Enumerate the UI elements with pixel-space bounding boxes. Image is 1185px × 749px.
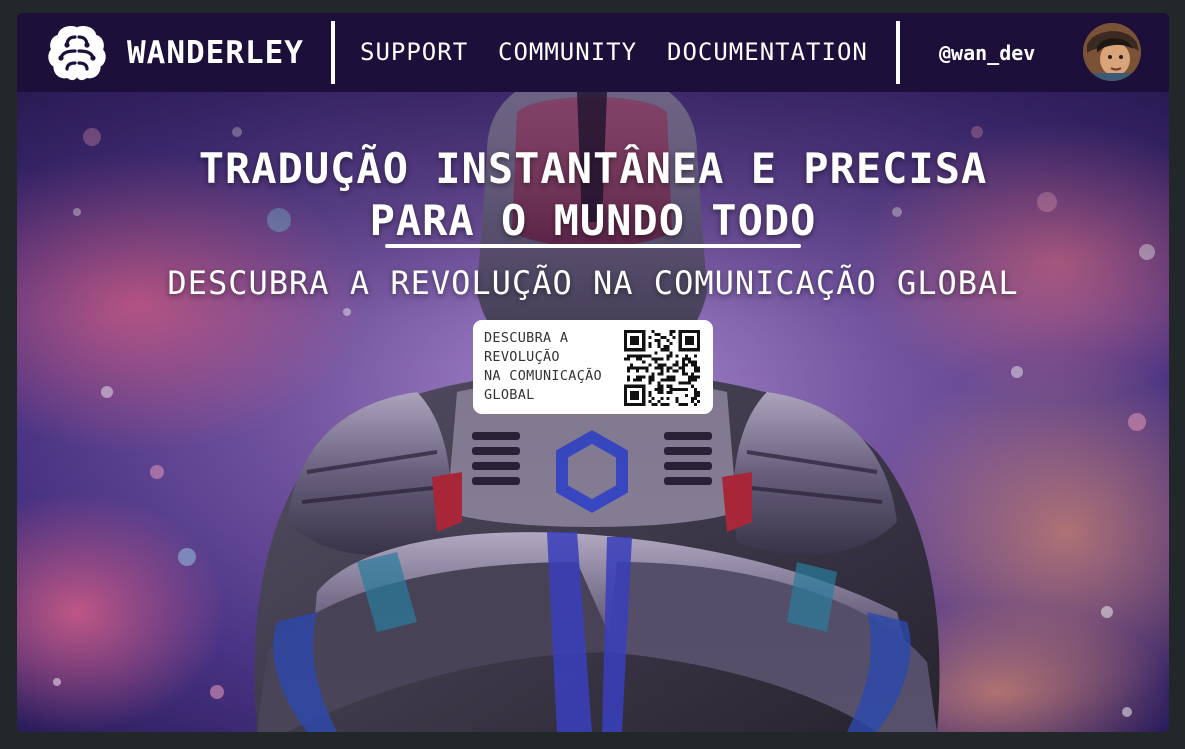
hero-section: TRADUÇÃO INSTANTÂNEA E PRECISA PARA O MU… [17, 92, 1169, 732]
nav-divider [896, 21, 900, 84]
navbar: WANDERLEY SUPPORT COMMUNITY DOCUMENTATIO… [17, 13, 1169, 92]
qr-card-line: NA COMUNICAÇÃO [484, 368, 602, 384]
hero-subtitle: DESCUBRA A REVOLUÇÃO NA COMUNICAÇÃO GLOB… [167, 264, 1019, 302]
nav-link-community[interactable]: COMMUNITY [498, 38, 637, 66]
user-handle[interactable]: @wan_dev [939, 41, 1035, 65]
qr-card-line: REVOLUÇÃO [484, 349, 560, 365]
brain-logo-icon[interactable] [47, 23, 107, 83]
brand-name[interactable]: WANDERLEY [127, 35, 304, 71]
app-frame: WANDERLEY SUPPORT COMMUNITY DOCUMENTATIO… [17, 13, 1169, 732]
qr-code-icon[interactable] [624, 330, 700, 406]
qr-card-text: DESCUBRA A REVOLUÇÃO NA COMUNICAÇÃO GLOB… [484, 329, 614, 405]
qr-card[interactable]: DESCUBRA A REVOLUÇÃO NA COMUNICAÇÃO GLOB… [473, 320, 713, 414]
nav-link-documentation[interactable]: DOCUMENTATION [667, 38, 868, 66]
headline-underline [385, 244, 801, 248]
hero-headline-line-2: PARA O MUNDO TODO [369, 196, 817, 245]
hero-headline-line-1: TRADUÇÃO INSTANTÂNEA E PRECISA [198, 144, 988, 193]
qr-card-line: GLOBAL [484, 387, 535, 403]
qr-card-line: DESCUBRA A [484, 330, 569, 346]
nav-link-support[interactable]: SUPPORT [360, 38, 468, 66]
nav-divider [331, 21, 335, 84]
avatar[interactable] [1083, 23, 1141, 81]
